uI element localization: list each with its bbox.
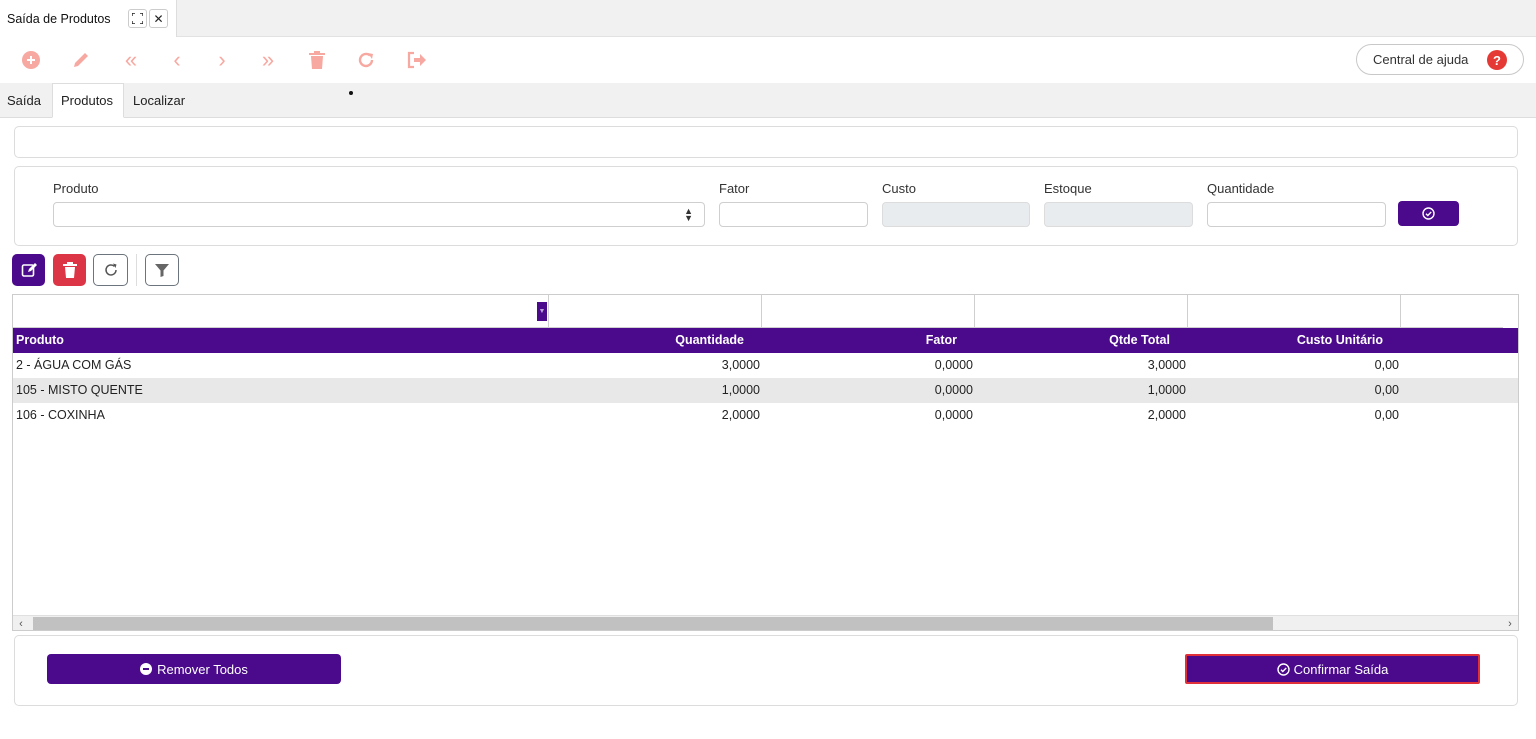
cell-produto: 105 - MISTO QUENTE (16, 383, 143, 397)
custo-label: Custo (882, 181, 916, 196)
previous-icon[interactable]: ‹ (166, 47, 188, 72)
window-tab[interactable]: Saída de Produtos ✕ (0, 0, 177, 37)
confirm-exit-button[interactable]: Confirmar Saída (1185, 654, 1480, 684)
table-row[interactable]: 105 - MISTO QUENTE 1,0000 0,0000 1,0000 … (13, 378, 1518, 403)
add-icon[interactable] (20, 49, 42, 71)
cell-qtde-total: 1,0000 (1147, 383, 1186, 397)
last-icon[interactable]: » (257, 47, 279, 72)
produto-select[interactable]: ▲ ▼ (53, 202, 705, 227)
filter-custo-unitario[interactable] (1188, 295, 1401, 328)
col-fator[interactable]: Fator (926, 328, 957, 353)
minus-circle-icon (140, 663, 153, 675)
cell-produto: 2 - ÁGUA COM GÁS (16, 358, 132, 372)
check-circle-icon (1276, 662, 1290, 676)
cell-produto: 106 - COXINHA (16, 408, 105, 422)
fator-label: Fator (719, 181, 750, 196)
first-icon[interactable]: « (120, 47, 142, 72)
cell-qtde-total: 3,0000 (1147, 358, 1186, 372)
delete-icon[interactable] (306, 49, 328, 71)
help-center-button[interactable]: Central de ajuda ? (1356, 44, 1524, 75)
next-icon[interactable]: › (211, 47, 233, 72)
scrollbar-thumb[interactable] (33, 617, 1273, 630)
scroll-left-icon[interactable]: ‹ (13, 616, 29, 630)
produto-label: Produto (53, 181, 99, 196)
col-quantidade[interactable]: Quantidade (675, 328, 744, 353)
delete-icon (62, 262, 77, 278)
sort-arrows-icon: ▲ ▼ (684, 206, 693, 223)
col-custo-unitario[interactable]: Custo Unitário (1297, 328, 1383, 353)
help-center-label: Central de ajuda (1373, 52, 1469, 67)
grid-filter-row: ▼ (13, 295, 1518, 328)
quantidade-input[interactable] (1207, 202, 1386, 227)
cell-fator: 0,0000 (934, 408, 973, 422)
tab-localizar[interactable]: Localizar (133, 83, 185, 118)
filter-fator[interactable] (762, 295, 975, 328)
question-icon: ? (1487, 50, 1507, 70)
info-panel (14, 126, 1518, 158)
filter-quantidade[interactable] (549, 295, 762, 328)
estoque-label: Estoque (1044, 181, 1092, 196)
window-tabbar: Saída de Produtos ✕ (0, 0, 1536, 37)
cell-quantidade: 3,0000 (721, 358, 760, 372)
grid-delete-button[interactable] (53, 254, 86, 286)
dropdown-icon[interactable]: ▼ (537, 302, 547, 321)
remove-all-button[interactable]: Remover Todos (47, 654, 341, 684)
filter-icon (155, 264, 169, 277)
remove-all-label: Remover Todos (157, 661, 248, 677)
tab-produtos[interactable]: Produtos (52, 83, 124, 118)
grid-header: Produto Quantidade Fator Qtde Total Cust… (13, 328, 1518, 353)
cell-custo-unitario: 0,00 (1374, 408, 1399, 422)
cell-custo-unitario: 0,00 (1374, 358, 1399, 372)
tab-localizar-label: Localizar (133, 93, 186, 108)
expand-icon[interactable] (128, 9, 147, 28)
grid-refresh-button[interactable] (93, 254, 128, 286)
cell-fator: 0,0000 (934, 358, 973, 372)
cell-qtde-total: 2,0000 (1147, 408, 1186, 422)
tab-saida-label: Saída (7, 93, 41, 108)
table-row[interactable]: 2 - ÁGUA COM GÁS 3,0000 0,0000 3,0000 0,… (13, 353, 1518, 378)
tab-saida[interactable]: Saída (7, 83, 41, 118)
cell-quantidade: 1,0000 (721, 383, 760, 397)
grid-edit-button[interactable] (12, 254, 45, 286)
grid-filter-button[interactable] (145, 254, 179, 286)
cell-custo-unitario: 0,00 (1374, 383, 1399, 397)
products-grid: ▼ Produto Quantidade Fator Qtde Total Cu… (12, 294, 1519, 631)
cell-quantidade: 2,0000 (721, 408, 760, 422)
filter-produto[interactable]: ▼ (13, 295, 549, 328)
estoque-input (1044, 202, 1193, 227)
check-circle-icon (1422, 207, 1435, 220)
close-icon[interactable]: ✕ (149, 9, 168, 28)
toolbar: « ‹ › » (0, 37, 1536, 83)
confirm-exit-label: Confirmar Saída (1293, 661, 1389, 677)
custo-input (882, 202, 1030, 227)
add-product-button[interactable] (1398, 201, 1459, 226)
edit-icon[interactable] (70, 49, 92, 71)
dot-marker (349, 91, 353, 95)
tab-produtos-label: Produtos (61, 93, 114, 108)
edit-icon (21, 263, 37, 277)
filter-qtde-total[interactable] (975, 295, 1188, 328)
fator-input[interactable] (719, 202, 868, 227)
subtabs: Saída Produtos Localizar (0, 83, 1536, 118)
cell-fator: 0,0000 (934, 383, 973, 397)
horizontal-scrollbar[interactable]: ‹ › (13, 615, 1518, 630)
filter-extra[interactable] (1401, 295, 1503, 328)
exit-icon[interactable] (405, 49, 427, 71)
grid-actions-divider (136, 254, 137, 286)
refresh-icon[interactable] (355, 49, 377, 71)
table-row[interactable]: 106 - COXINHA 2,0000 0,0000 2,0000 0,00 (13, 403, 1518, 428)
scroll-right-icon[interactable]: › (1502, 616, 1518, 630)
col-produto[interactable]: Produto (16, 328, 64, 353)
window-tab-title: Saída de Produtos (7, 11, 111, 26)
refresh-icon (104, 263, 117, 276)
quantidade-label: Quantidade (1207, 181, 1275, 196)
col-qtde-total[interactable]: Qtde Total (1109, 328, 1170, 353)
